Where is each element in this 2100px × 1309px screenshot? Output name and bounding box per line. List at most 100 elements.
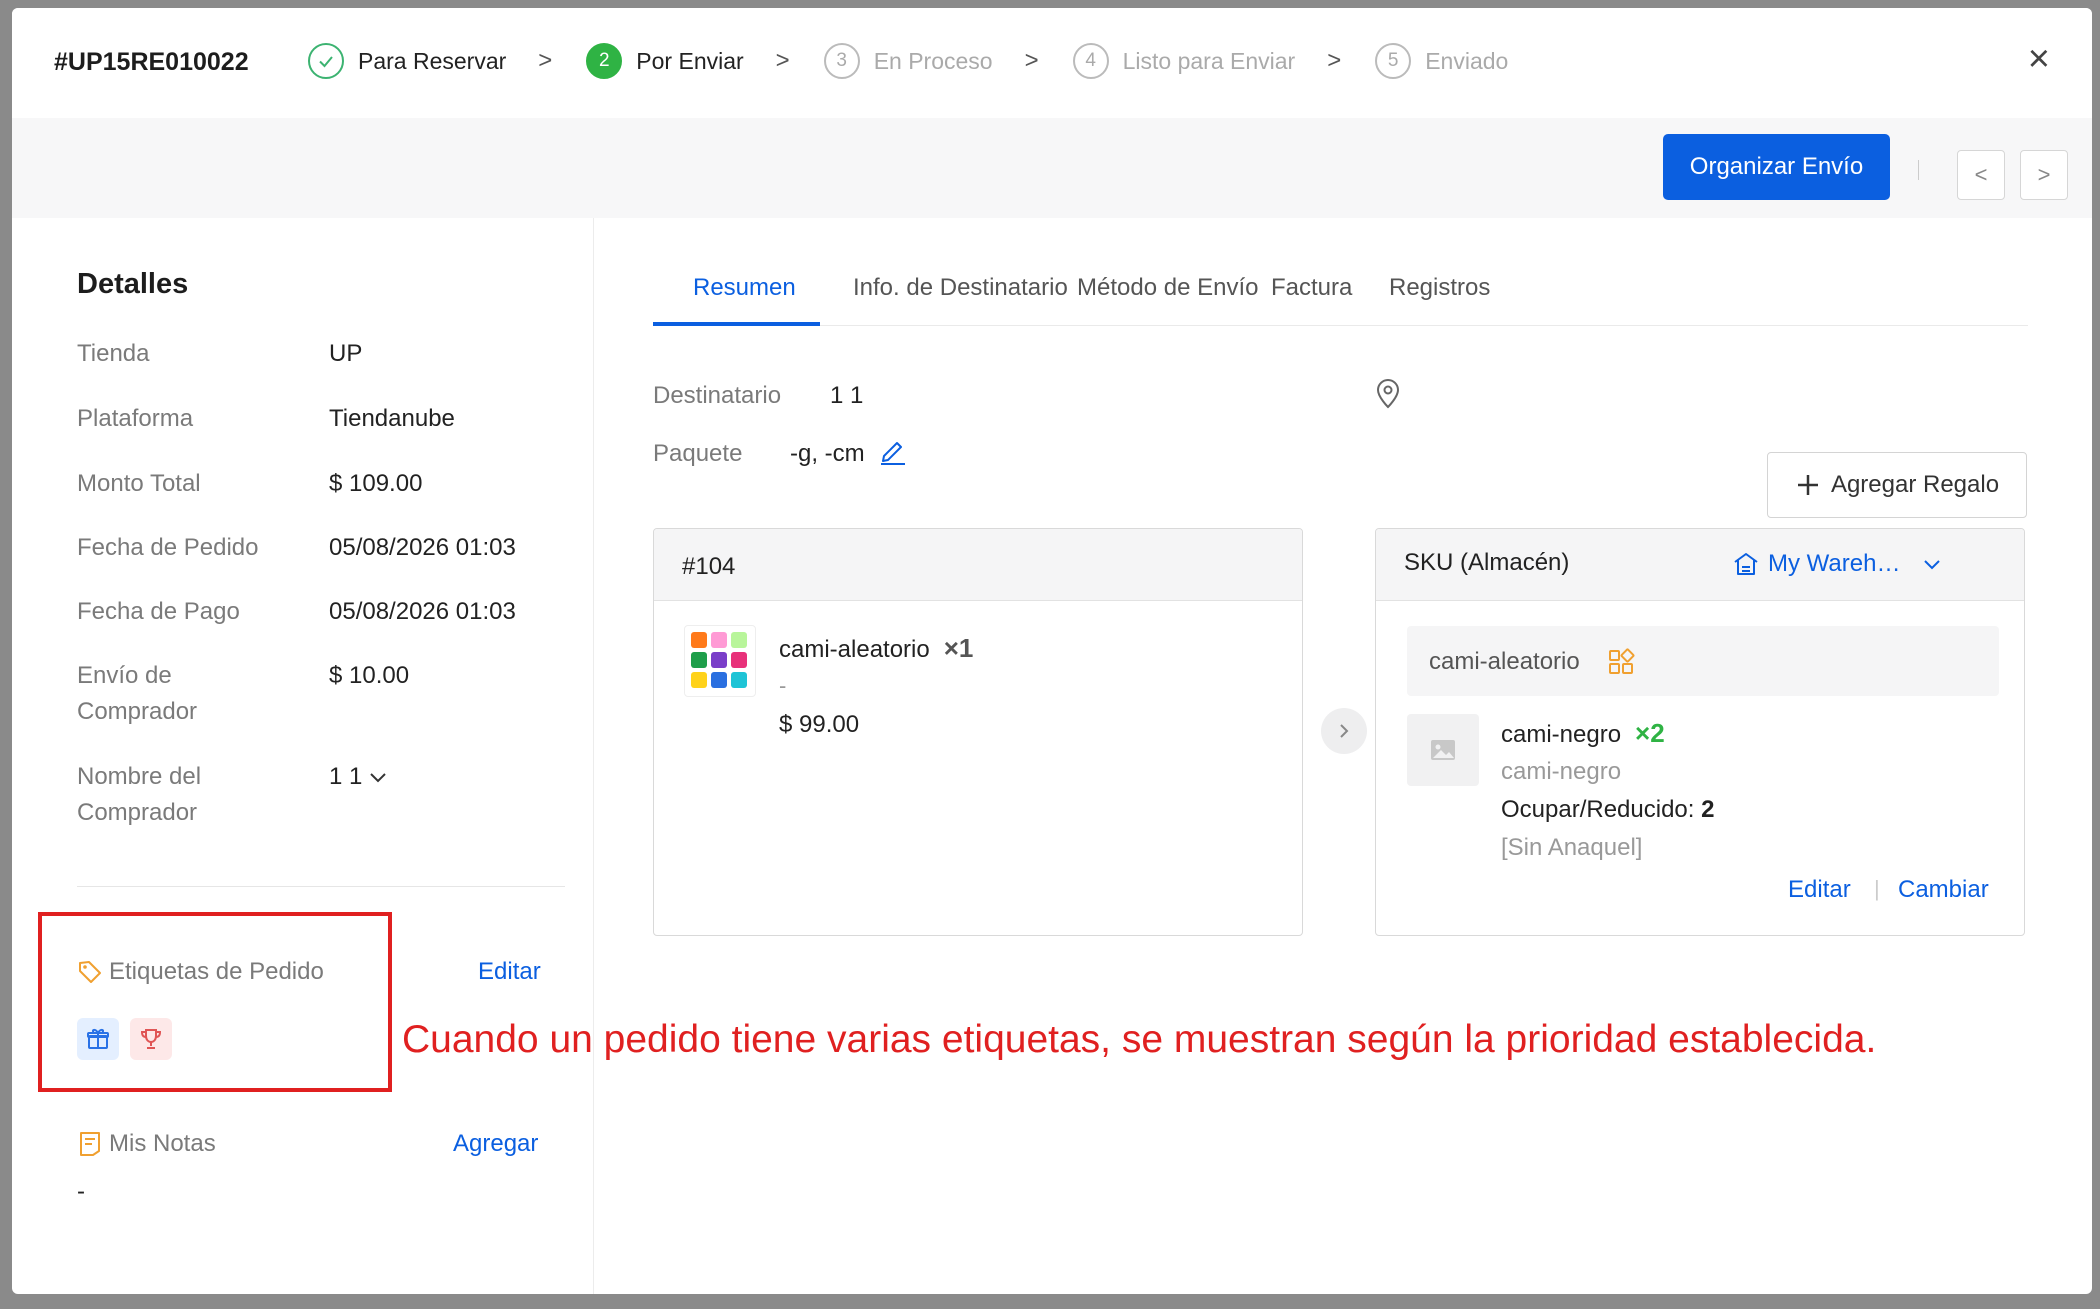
- detail-value: UP: [329, 340, 363, 367]
- detail-value: 05/08/2026 01:03: [329, 534, 516, 561]
- highlight-box: [38, 912, 392, 1092]
- recipient-label: Destinatario: [653, 382, 782, 409]
- sku-sub: cami-negro: [1501, 758, 1622, 785]
- order-id: #UP15RE010022: [54, 48, 249, 76]
- tab-info-destinatario[interactable]: Info. de Destinatario: [853, 274, 1068, 302]
- step-number: 4: [1072, 43, 1109, 79]
- edit-tags-link[interactable]: Editar: [478, 958, 541, 986]
- item-name: cami-aleatorio: [779, 636, 930, 663]
- chevron-down-icon: [370, 773, 387, 783]
- my-notes-label: Mis Notas: [109, 1130, 216, 1157]
- sku-change-link[interactable]: Cambiar: [1898, 876, 1989, 904]
- detail-key-line: Comprador: [77, 698, 198, 725]
- chevron-right-icon: >: [538, 47, 553, 74]
- sku-qty: ×2: [1635, 718, 1665, 748]
- order-item-card: #104 cami-aleatorio ×1 - $ 99.00: [653, 528, 1303, 936]
- occupy-value: 2: [1701, 796, 1715, 823]
- detail-key-line: Comprador: [77, 799, 198, 826]
- step-label: Listo para Enviar: [1122, 47, 1296, 74]
- add-note-link[interactable]: Agregar: [453, 1130, 538, 1158]
- product-thumbnail: [684, 625, 756, 697]
- next-order-button[interactable]: >: [2020, 150, 2068, 200]
- warehouse-icon: [1734, 553, 1758, 575]
- detail-key: Monto Total: [77, 470, 201, 497]
- sku-edit-link[interactable]: Editar: [1788, 876, 1851, 904]
- order-number: #104: [682, 553, 736, 580]
- step-number: 5: [1375, 43, 1412, 79]
- sku-name: cami-negro: [1501, 721, 1622, 748]
- details-panel: Detalles Tienda UP Plataforma Tiendanube…: [12, 218, 594, 1294]
- order-detail-modal: #UP15RE010022 Para Reservar > 2 Por Envi…: [12, 8, 2092, 1294]
- add-gift-button[interactable]: Agregar Regalo: [1767, 452, 2027, 518]
- bundle-grid-icon: [1609, 648, 1635, 674]
- details-title: Detalles: [77, 268, 189, 300]
- sku-group-name: cami-aleatorio: [1429, 648, 1580, 675]
- divider: |: [1874, 876, 1880, 901]
- item-variant: -: [779, 673, 787, 698]
- location-pin-icon[interactable]: [1374, 378, 1402, 410]
- active-tab-indicator: [653, 322, 820, 326]
- sku-title-row: cami-negro ×2: [1501, 718, 1665, 749]
- notes-value: -: [77, 1178, 85, 1205]
- image-placeholder-icon: [1407, 714, 1479, 786]
- divider: [1918, 160, 1919, 180]
- plus-icon: [1797, 475, 1818, 495]
- detail-value: Tiendanube: [329, 405, 455, 432]
- occupy-label: Ocupar/Reducido:: [1501, 796, 1695, 823]
- package-value: -g, -cm: [790, 440, 865, 467]
- shelf-value: [Sin Anaquel]: [1501, 834, 1643, 861]
- step-por-enviar: 2 Por Enviar: [586, 43, 744, 79]
- tab-registros[interactable]: Registros: [1389, 274, 1490, 302]
- detail-key: Nombre del Comprador: [77, 759, 307, 831]
- note-icon: [80, 1132, 100, 1156]
- divider: [77, 886, 565, 887]
- step-label: En Proceso: [873, 47, 993, 74]
- step-number: 2: [586, 43, 623, 79]
- detail-key-line: Nombre del: [77, 763, 202, 790]
- check-icon: [308, 43, 344, 79]
- shirts-image: [691, 632, 747, 688]
- detail-tabs: Resumen Info. de Destinatario Método de …: [653, 264, 2028, 326]
- organize-shipment-button[interactable]: Organizar Envío: [1663, 134, 1890, 200]
- close-icon[interactable]: ×: [2028, 40, 2050, 78]
- tab-factura[interactable]: Factura: [1271, 274, 1352, 302]
- item-price: $ 99.00: [779, 711, 860, 738]
- chevron-right-icon: >: [1327, 47, 1342, 74]
- tab-metodo-envio[interactable]: Método de Envío: [1077, 274, 1258, 302]
- sku-group: cami-aleatorio: [1407, 626, 1999, 696]
- step-para-reservar: Para Reservar: [308, 43, 506, 79]
- annotation-text: Cuando un pedido tiene varias etiquetas,…: [402, 1018, 1877, 1061]
- pencil-edit-icon[interactable]: [878, 436, 908, 466]
- detail-value: $ 10.00: [329, 662, 410, 689]
- step-enviado: 5 Enviado: [1375, 43, 1508, 79]
- warehouse-select[interactable]: My Wareh…: [1732, 550, 1942, 578]
- detail-key: Fecha de Pago: [77, 598, 240, 625]
- buyer-name-dropdown[interactable]: 1 1: [329, 759, 388, 795]
- chevron-right-icon: >: [1024, 47, 1039, 74]
- prev-order-button[interactable]: <: [1957, 150, 2005, 200]
- step-label: Por Enviar: [636, 47, 744, 74]
- detail-key: Fecha de Pedido: [77, 534, 259, 561]
- occupy-row: Ocupar/Reducido: 2: [1501, 796, 1714, 824]
- status-stepper: Para Reservar > 2 Por Enviar > 3 En Proc…: [308, 41, 1508, 81]
- detail-key: Tienda: [77, 340, 150, 367]
- my-notes-header: Mis Notas: [77, 1130, 216, 1158]
- detail-key: Plataforma: [77, 405, 194, 432]
- recipient-value: 1 1: [830, 382, 864, 409]
- action-bar: Organizar Envío < >: [12, 118, 2092, 218]
- chevron-right-icon: >: [775, 47, 790, 74]
- chevron-right-icon: [1321, 708, 1367, 754]
- item-title-row: cami-aleatorio ×1: [779, 633, 973, 664]
- detail-key: Envío de Comprador: [77, 658, 307, 730]
- step-label: Enviado: [1425, 47, 1509, 74]
- detail-value: 05/08/2026 01:03: [329, 598, 516, 625]
- add-gift-label: Agregar Regalo: [1830, 471, 2000, 498]
- step-number: 3: [823, 43, 860, 79]
- step-listo-para-enviar: 4 Listo para Enviar: [1072, 43, 1296, 79]
- step-label: Para Reservar: [358, 47, 507, 74]
- detail-key-line: Envío de: [77, 662, 172, 689]
- tab-resumen[interactable]: Resumen: [693, 274, 796, 302]
- step-en-proceso: 3 En Proceso: [823, 43, 993, 79]
- package-label: Paquete: [653, 440, 743, 467]
- sku-card-title: SKU (Almacén): [1404, 549, 1570, 576]
